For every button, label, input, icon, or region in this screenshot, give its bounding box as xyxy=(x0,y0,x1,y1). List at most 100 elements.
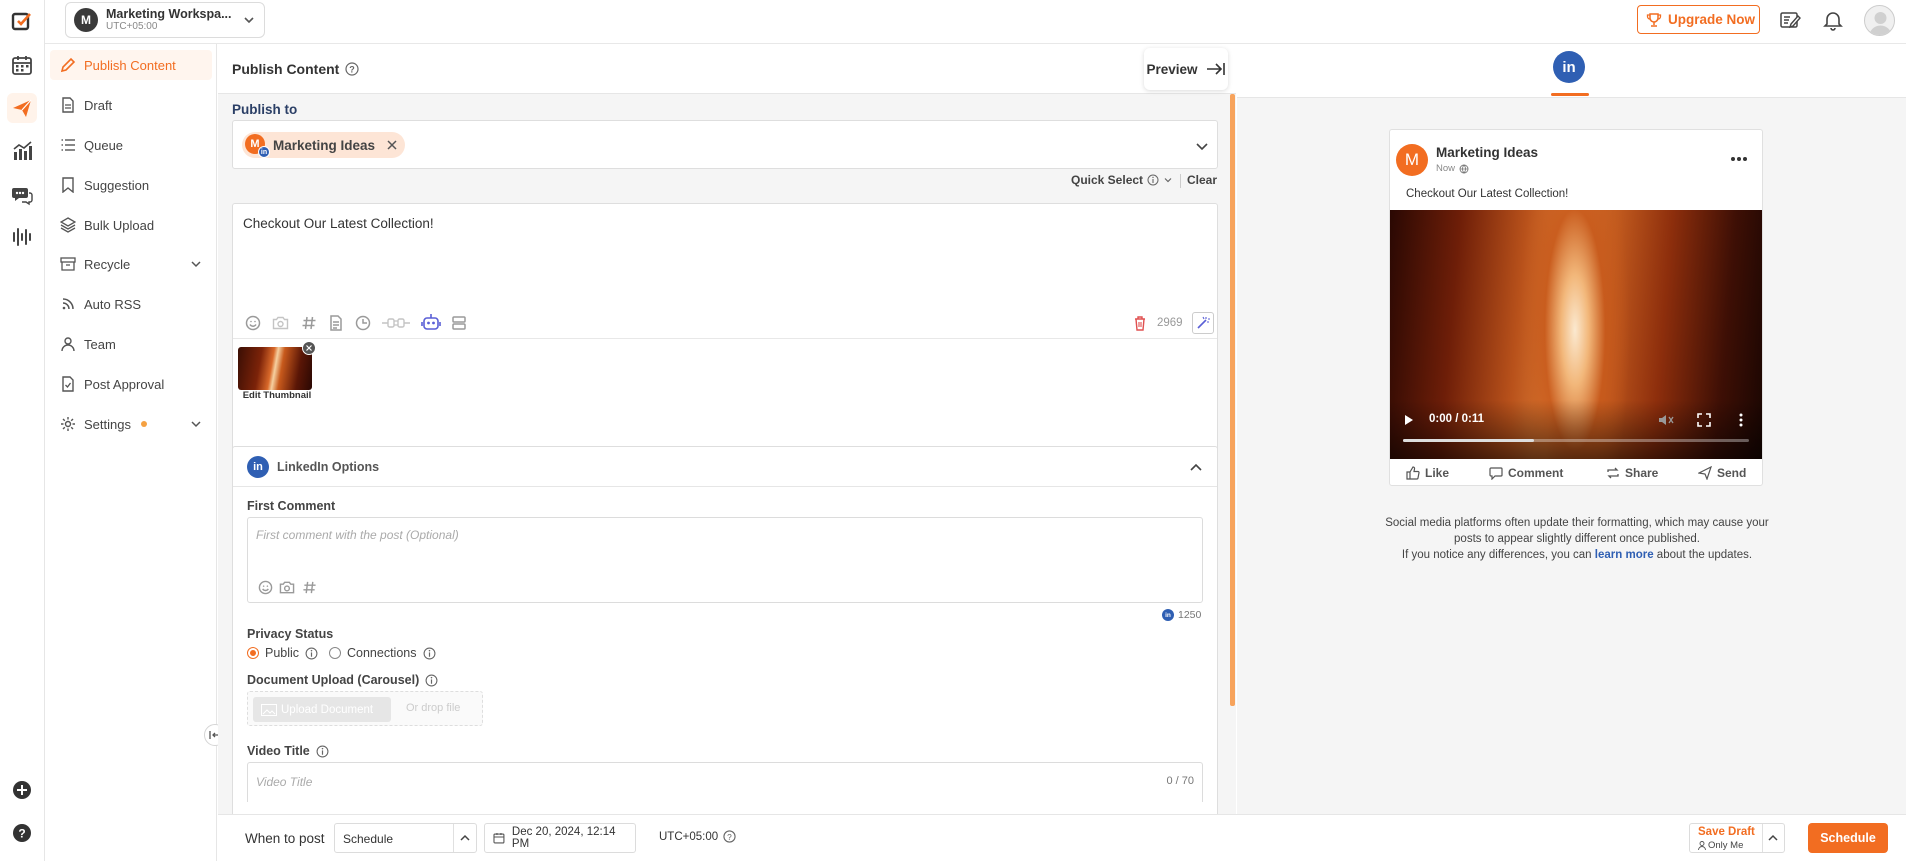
hashtag-icon[interactable] xyxy=(301,315,317,331)
video-progress-track[interactable] xyxy=(1403,439,1749,442)
calendar-icon[interactable] xyxy=(7,50,37,80)
upload-document-button[interactable]: Upload Document xyxy=(253,697,391,722)
post-text-area[interactable]: Checkout Our Latest Collection! xyxy=(243,216,434,231)
datetime-picker[interactable]: Dec 20, 2024, 12:14 PM xyxy=(484,823,636,853)
video-more-icon[interactable] xyxy=(1739,413,1743,427)
ai-robot-icon[interactable] xyxy=(421,313,441,332)
camera-icon[interactable] xyxy=(279,580,295,595)
preview-toggle-button[interactable]: Preview xyxy=(1144,48,1228,90)
layers-icon xyxy=(60,217,76,233)
notes-icon[interactable] xyxy=(1779,9,1801,31)
volume-muted-icon[interactable] xyxy=(1658,413,1674,427)
hashtag-icon[interactable] xyxy=(302,580,317,595)
rss-icon xyxy=(62,298,74,310)
preview-notice: Social media platforms often update thei… xyxy=(1337,515,1817,563)
privacy-connections-radio[interactable]: Connections xyxy=(329,646,436,660)
help-icon[interactable]: ? xyxy=(7,818,37,848)
video-title-input[interactable]: Video Title 0 / 70 xyxy=(247,762,1203,802)
more-options-icon[interactable] xyxy=(1730,156,1748,162)
help-circle-icon[interactable]: ? xyxy=(345,62,359,76)
settings-notification-dot xyxy=(140,421,147,427)
save-draft-button[interactable]: Save Draft Only Me xyxy=(1689,823,1785,853)
post-mode-select[interactable]: Schedule xyxy=(334,823,477,853)
sidebar-item-recycle[interactable]: Recycle xyxy=(50,249,212,279)
trash-icon[interactable] xyxy=(1133,315,1147,331)
upgrade-button[interactable]: Upgrade Now xyxy=(1637,5,1760,34)
layout-icon[interactable] xyxy=(451,315,467,331)
upgrade-label: Upgrade Now xyxy=(1668,12,1756,27)
play-icon[interactable] xyxy=(1404,414,1414,426)
comment-action[interactable]: Comment xyxy=(1489,466,1563,480)
sidebar-item-post-approval[interactable]: Post Approval xyxy=(50,369,212,399)
workspace-switcher[interactable]: M Marketing Workspa... UTC+05:00 xyxy=(65,2,265,38)
sidebar-item-auto-rss[interactable]: Auto RSS xyxy=(50,289,212,319)
sidebar-item-queue[interactable]: Queue xyxy=(50,130,212,160)
image-icon xyxy=(261,703,277,716)
user-icon xyxy=(61,337,75,352)
account-selector[interactable]: M in Marketing Ideas xyxy=(232,120,1218,169)
magic-wand-button[interactable] xyxy=(1192,312,1214,334)
thumbnail-image xyxy=(238,347,312,390)
sidebar-item-draft[interactable]: Draft xyxy=(50,90,212,120)
document-dropzone[interactable]: Upload Document Or drop file xyxy=(247,691,483,726)
first-comment-label: First Comment xyxy=(247,499,336,513)
privacy-public-radio[interactable]: Public xyxy=(247,646,318,660)
workspace-timezone: UTC+05:00 xyxy=(106,21,158,33)
sidebar-item-label: Settings xyxy=(84,416,131,432)
sidebar-item-suggestion[interactable]: Suggestion xyxy=(50,170,212,200)
document-icon[interactable] xyxy=(328,315,344,331)
audio-wave-icon[interactable] xyxy=(7,222,37,252)
divider xyxy=(1180,174,1181,188)
quick-select-dropdown[interactable]: Quick Select xyxy=(1071,173,1173,187)
video-player[interactable]: 0:00 / 0:11 xyxy=(1390,210,1762,459)
chevron-up-icon xyxy=(460,834,470,841)
analytics-icon[interactable] xyxy=(7,136,37,166)
sidebar-item-bulk-upload[interactable]: Bulk Upload xyxy=(50,210,212,240)
app-logo-icon[interactable] xyxy=(7,6,37,36)
engagement-icon[interactable] xyxy=(7,180,37,210)
clock-icon[interactable] xyxy=(355,315,371,331)
edit-thumbnail-label[interactable]: Edit Thumbnail xyxy=(238,390,316,401)
media-thumbnail[interactable]: Edit Thumbnail xyxy=(238,341,316,401)
chevron-down-icon[interactable] xyxy=(1195,139,1209,153)
linkedin-tab-icon[interactable]: in xyxy=(1553,51,1585,83)
sidebar-item-publish-content[interactable]: Publish Content xyxy=(50,50,212,80)
publish-icon[interactable] xyxy=(7,93,37,123)
chevron-up-icon[interactable] xyxy=(1767,832,1779,844)
help-circle-icon[interactable]: ? xyxy=(723,830,736,843)
user-avatar[interactable] xyxy=(1864,5,1895,36)
like-action[interactable]: Like xyxy=(1406,466,1449,480)
comment-char-counter: in 1250 xyxy=(1162,609,1201,621)
upload-document-label: Upload Document xyxy=(281,703,374,716)
chevron-down-icon xyxy=(244,17,254,24)
linkedin-badge-icon: in xyxy=(258,146,270,158)
sidebar-item-settings[interactable]: Settings xyxy=(50,409,212,439)
remove-media-button[interactable] xyxy=(302,341,316,355)
bell-icon[interactable] xyxy=(1822,9,1844,31)
preview-time-text: Now xyxy=(1436,163,1456,174)
remove-account-icon[interactable] xyxy=(387,140,397,150)
info-icon xyxy=(423,647,435,659)
sidebar-item-team[interactable]: Team xyxy=(50,329,212,359)
plug-icon[interactable] xyxy=(381,315,411,331)
schedule-button[interactable]: Schedule xyxy=(1808,823,1888,853)
share-action[interactable]: Share xyxy=(1606,466,1658,480)
list-icon xyxy=(61,139,75,151)
learn-more-link[interactable]: learn more xyxy=(1595,549,1654,561)
first-comment-input[interactable]: First comment with the post (Optional) xyxy=(247,517,1203,603)
linkedin-options-header[interactable]: in LinkedIn Options xyxy=(233,447,1217,487)
editor-scrollbar[interactable] xyxy=(1230,94,1235,706)
sidebar-item-label: Auto RSS xyxy=(84,296,142,312)
top-bar: M Marketing Workspa... UTC+05:00 Upgrade… xyxy=(45,0,1906,44)
save-draft-label: Save Draft xyxy=(1698,826,1755,838)
emoji-icon[interactable] xyxy=(245,315,261,331)
notice-line-3-start: If you notice any differences, you can xyxy=(1401,549,1592,561)
fullscreen-icon[interactable] xyxy=(1697,413,1711,427)
save-draft-scope: Only Me xyxy=(1698,840,1743,851)
emoji-icon[interactable] xyxy=(258,580,273,595)
add-icon[interactable] xyxy=(7,775,37,805)
clear-button[interactable]: Clear xyxy=(1187,173,1217,187)
camera-icon[interactable] xyxy=(272,315,289,331)
privacy-public-label: Public xyxy=(265,646,300,660)
send-action[interactable]: Send xyxy=(1698,466,1746,480)
